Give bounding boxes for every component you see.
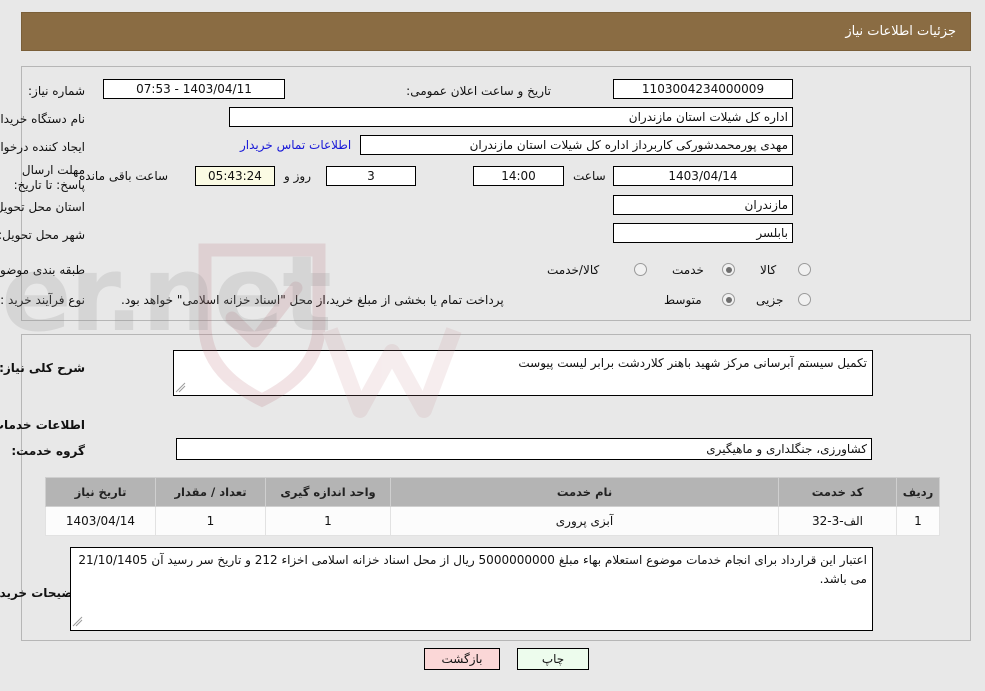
need-number-label: شماره نیاز: <box>28 84 85 98</box>
service-group-field: کشاورزی، جنگلداری و ماهیگیری <box>176 438 872 460</box>
subject-classification-label: طبقه بندی موضوعی: <box>0 263 85 277</box>
deadline-date-field: 1403/04/14 <box>613 166 793 186</box>
general-description-textarea[interactable]: تکمیل سیستم آبرسانی مرکز شهید باهنر کلار… <box>173 350 873 396</box>
general-description-label: شرح کلی نیاز: <box>0 361 85 375</box>
request-creator-label: ایجاد کننده درخواست: <box>0 140 85 154</box>
radio-category-goods-label: کالا <box>760 263 777 277</box>
buyer-contact-link[interactable]: اطلاعات تماس خریدار <box>240 138 351 152</box>
delivery-city-field: بابلسر <box>613 223 793 243</box>
announcement-datetime-field: 1403/04/11 - 07:53 <box>103 79 285 99</box>
radio-category-goods-service-label: کالا/خدمت <box>547 263 600 277</box>
table-header-row: ردیف کد خدمت نام خدمت واحد اندازه گیری ت… <box>45 477 940 507</box>
cell-row-number: 1 <box>896 506 940 536</box>
delivery-province-label: استان محل تحویل: <box>0 200 85 214</box>
remaining-time-field: 05:43:24 <box>195 166 275 186</box>
col-service-code: کد خدمت <box>778 477 897 507</box>
page-root: AriaTender.net جزئیات اطلاعات نیاز شماره… <box>0 0 985 691</box>
purchase-process-label: نوع فرآیند خرید : <box>0 293 85 307</box>
announcement-datetime-label: تاریخ و ساعت اعلان عمومی: <box>406 84 551 98</box>
col-measure-unit: واحد اندازه گیری <box>265 477 391 507</box>
print-button[interactable]: چاپ <box>517 648 589 670</box>
table-row: 1 الف-3-32 آبزی پروری 1 1 1403/04/14 <box>45 506 940 536</box>
remaining-time-word-label: ساعت باقی مانده <box>79 169 169 183</box>
need-number-field: 1103004234000009 <box>613 79 793 99</box>
buyer-organisation-field: اداره کل شیلات استان مازندران <box>229 107 793 127</box>
radio-process-medium[interactable] <box>722 293 735 306</box>
cell-quantity: 1 <box>155 506 266 536</box>
need-summary-panel <box>21 66 971 321</box>
page-header-bar: جزئیات اطلاعات نیاز <box>21 12 971 51</box>
remaining-days-field: 3 <box>326 166 416 186</box>
delivery-city-label: شهر محل تحویل: <box>0 228 85 242</box>
buyer-organisation-label: نام دستگاه خریدار: <box>0 112 85 126</box>
services-section-heading: اطلاعات خدمات مورد نیاز <box>0 418 85 432</box>
back-button[interactable]: بازگشت <box>424 648 500 670</box>
page-title: جزئیات اطلاعات نیاز <box>845 24 956 39</box>
service-group-label: گروه خدمت: <box>11 444 85 458</box>
cell-service-code: الف-3-32 <box>778 506 897 536</box>
radio-category-service-label: خدمت <box>672 263 704 277</box>
radio-process-medium-label: متوسط <box>664 293 702 307</box>
radio-process-minor-label: جزیی <box>756 293 784 307</box>
delivery-province-field: مازندران <box>613 195 793 215</box>
cell-need-date: 1403/04/14 <box>45 506 156 536</box>
hour-label: ساعت <box>573 169 606 183</box>
cell-service-name: آبزی پروری <box>390 506 779 536</box>
radio-process-minor[interactable] <box>798 293 811 306</box>
col-quantity: تعداد / مقدار <box>155 477 266 507</box>
request-creator-field: مهدی پورمحمدشورکی کاربرداز اداره کل شیلا… <box>360 135 793 155</box>
deadline-time-field: 14:00 <box>473 166 564 186</box>
treasury-documents-note: پرداخت تمام یا بخشی از مبلغ خرید،از محل … <box>121 293 504 307</box>
response-deadline-label: مهلت ارسال پاسخ: تا تاریخ: <box>13 163 85 192</box>
col-service-name: نام خدمت <box>390 477 779 507</box>
radio-category-service[interactable] <box>722 263 735 276</box>
service-items-table: ردیف کد خدمت نام خدمت واحد اندازه گیری ت… <box>45 477 940 536</box>
buyer-notes-textarea[interactable]: اعتبار این قرارداد برای انجام خدمات موضو… <box>70 547 873 631</box>
radio-category-goods-service[interactable] <box>634 263 647 276</box>
days-word-label: روز و <box>284 169 311 183</box>
cell-measure-unit: 1 <box>265 506 391 536</box>
radio-category-goods[interactable] <box>798 263 811 276</box>
col-need-date: تاریخ نیاز <box>45 477 156 507</box>
col-row-number: ردیف <box>896 477 940 507</box>
